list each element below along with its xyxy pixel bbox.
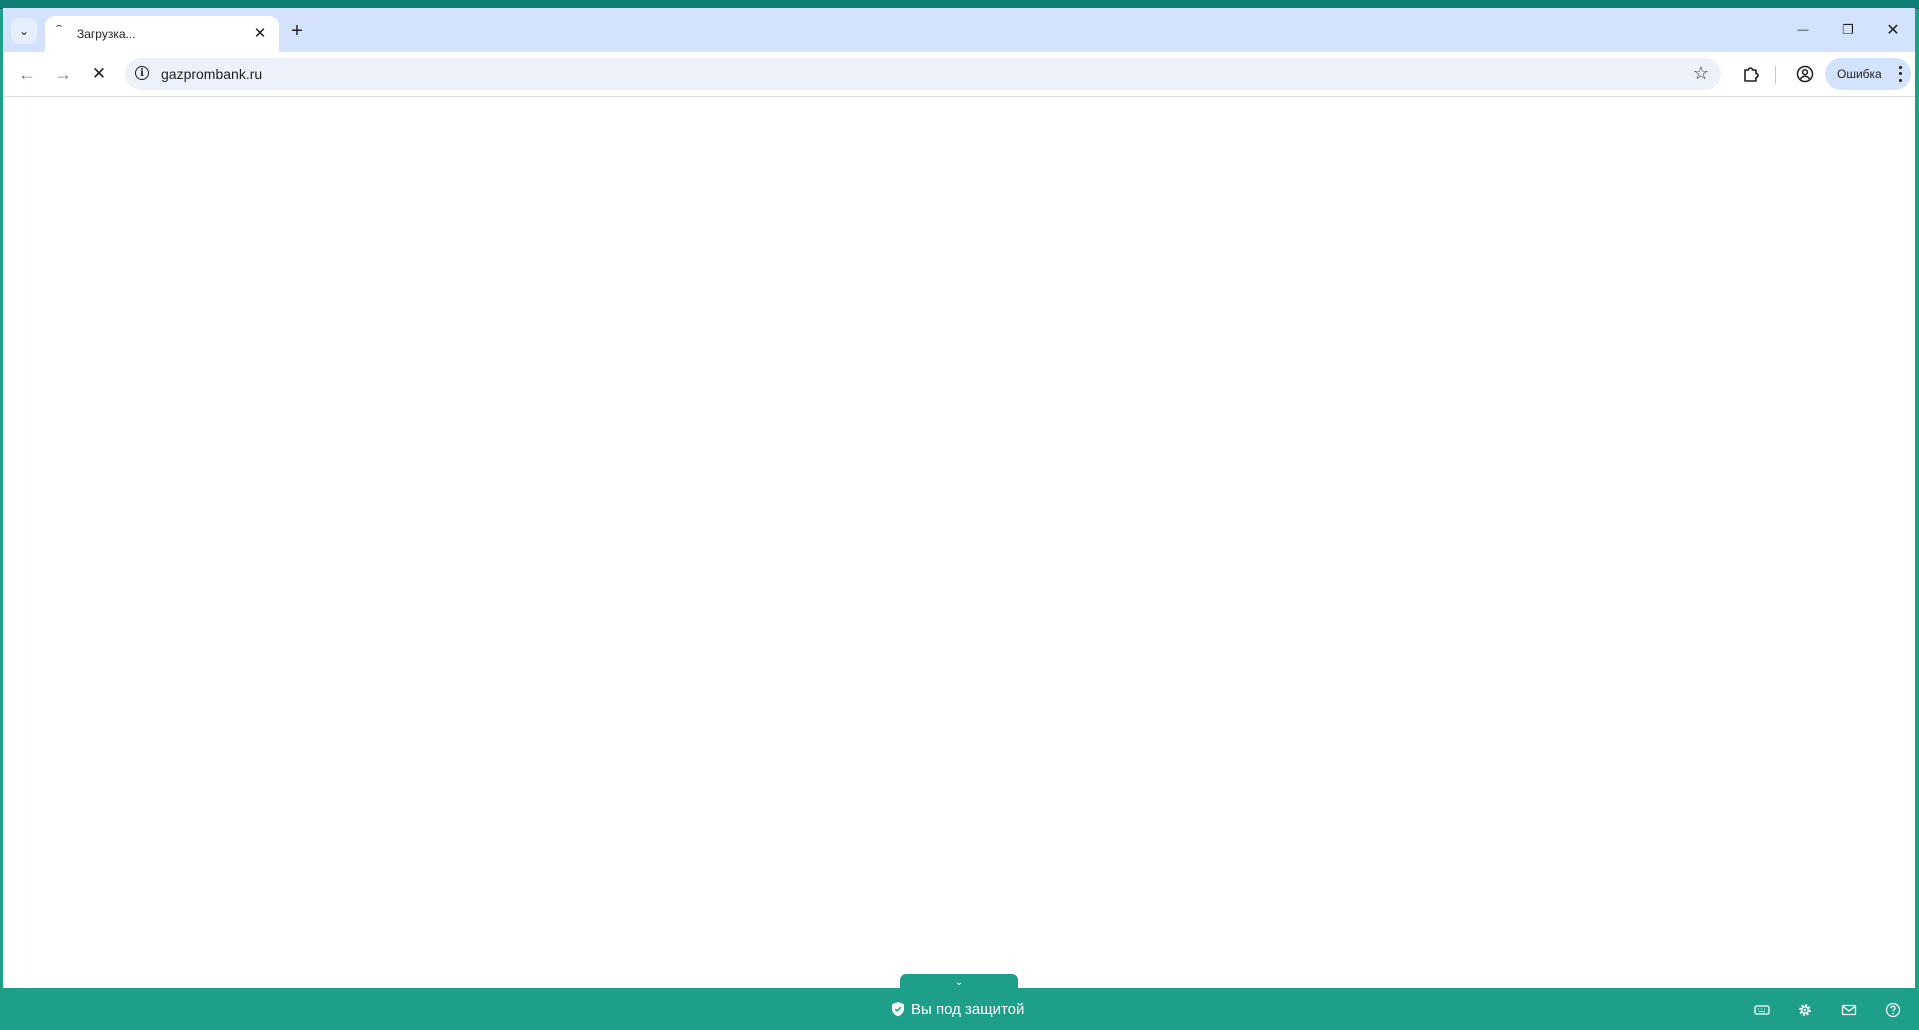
stop-loading-button[interactable]: ✕ — [85, 60, 113, 88]
bookmark-star-icon[interactable]: ☆ — [1693, 63, 1709, 84]
chevron-down-icon: ⌄ — [954, 976, 964, 988]
arrow-right-icon: → — [54, 63, 72, 84]
puzzle-icon — [1744, 67, 1759, 82]
minimize-icon: — — [1797, 24, 1809, 36]
gear-icon — [1799, 1004, 1811, 1016]
new-tab-button[interactable]: + — [286, 20, 308, 42]
tab-title: Загрузка... — [77, 27, 136, 41]
address-bar[interactable]: i gazprombank.ru ☆ — [125, 58, 1721, 90]
extensions-button[interactable] — [1739, 62, 1763, 86]
close-icon: ✕ — [1886, 22, 1900, 39]
url-text[interactable]: gazprombank.ru — [161, 66, 262, 82]
loading-spinner-icon — [55, 25, 63, 33]
profile-error-chip[interactable]: Ошибка — [1825, 58, 1911, 90]
restore-icon: ❐ — [1842, 22, 1854, 37]
keyboard-button[interactable] — [1752, 1000, 1772, 1020]
kebab-menu-icon[interactable] — [1897, 64, 1903, 84]
back-button[interactable]: ← — [13, 60, 41, 88]
profile-error-label: Ошибка — [1837, 67, 1882, 81]
forward-button[interactable]: → — [49, 60, 77, 88]
minimize-button[interactable]: — — [1783, 18, 1823, 42]
protection-status: Вы под защитой — [891, 998, 1024, 1020]
site-info-icon[interactable]: i — [135, 66, 149, 80]
profile-button[interactable] — [1793, 62, 1817, 86]
mail-icon — [1841, 1004, 1857, 1016]
active-tab[interactable]: Загрузка... ✕ — [45, 16, 279, 52]
arrow-left-icon: ← — [18, 63, 36, 84]
tab-close-button[interactable]: ✕ — [251, 24, 269, 42]
settings-button[interactable] — [1795, 1000, 1815, 1020]
keyboard-icon — [1754, 1005, 1770, 1015]
toolbar-separator — [1775, 66, 1776, 84]
mail-button[interactable] — [1839, 1000, 1859, 1020]
help-icon — [1885, 1002, 1901, 1018]
close-window-button[interactable]: ✕ — [1873, 18, 1913, 42]
account-circle-icon — [1796, 65, 1814, 83]
toolbar: ← → ✕ i gazprombank.ru ☆ Ошибка — [3, 52, 1915, 97]
tab-search-button[interactable]: ⌄ — [11, 18, 37, 44]
browser-window: ⌄ Загрузка... ✕ + — ❐ ✕ ← → ✕ i gazpromb… — [3, 8, 1915, 988]
chevron-down-icon: ⌄ — [18, 24, 30, 38]
page-content — [3, 97, 1915, 988]
protection-status-text: Вы под защитой — [911, 1000, 1025, 1018]
help-button[interactable] — [1883, 1000, 1903, 1020]
shield-check-icon — [892, 1002, 904, 1017]
restore-button[interactable]: ❐ — [1828, 18, 1868, 42]
tab-bar: ⌄ Загрузка... ✕ + — ❐ ✕ — [3, 8, 1915, 52]
stop-icon: ✕ — [91, 64, 107, 83]
